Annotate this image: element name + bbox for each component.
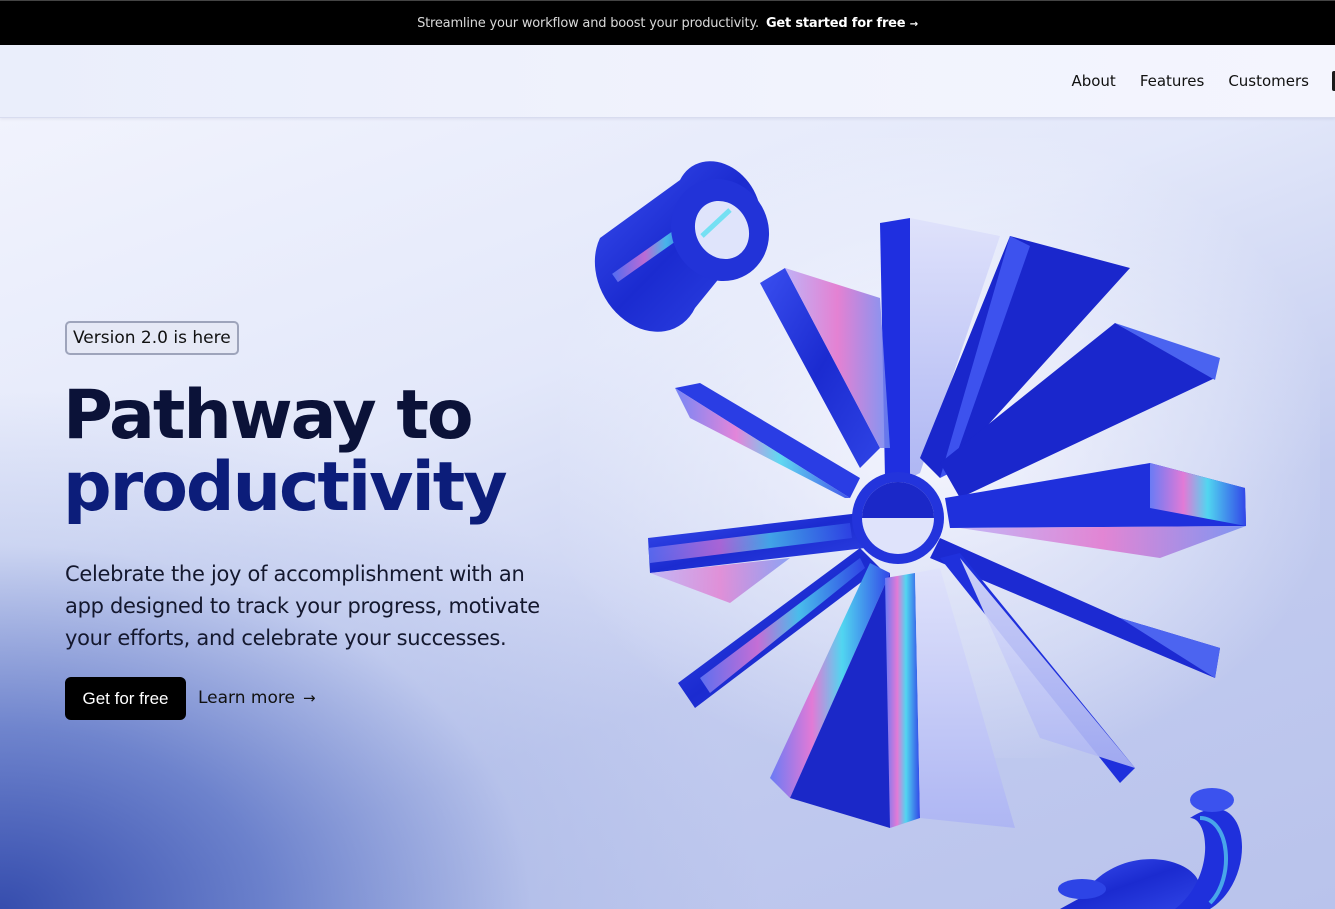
announcement-cta-link[interactable]: Get started for free → <box>766 16 918 31</box>
title-line-2: productivity <box>63 448 508 527</box>
nav-link-features[interactable]: Features <box>1140 72 1205 90</box>
hero-section: Version 2.0 is here Pathway to productiv… <box>0 118 1335 909</box>
announcement-text: Streamline your workflow and boost your … <box>417 15 759 31</box>
nav-links: About Features Customers <box>1071 72 1309 90</box>
tube-shape <box>594 161 770 332</box>
nav-link-about[interactable]: About <box>1071 72 1115 90</box>
learn-more-label: Learn more <box>198 688 295 708</box>
arrow-right-icon: → <box>302 689 316 707</box>
nav-link-customers[interactable]: Customers <box>1228 72 1309 90</box>
starburst-shape <box>648 218 1246 828</box>
announcement-cta-label: Get started for free <box>765 15 906 31</box>
title-line-1: Pathway to <box>63 376 474 455</box>
page-title: Pathway to productivity <box>63 376 508 527</box>
arrow-right-icon: → <box>909 18 918 30</box>
hero-3d-starburst-illustration <box>594 161 1246 909</box>
top-navigation: About Features Customers <box>0 45 1335 118</box>
version-badge: Version 2.0 is here <box>65 321 239 355</box>
hero-subtitle: Celebrate the joy of accomplishment with… <box>65 562 540 650</box>
announcement-bar: Streamline your workflow and boost your … <box>0 0 1335 45</box>
get-for-free-button[interactable]: Get for free <box>65 677 186 720</box>
horseshoe-shape <box>1058 788 1243 909</box>
learn-more-link[interactable]: Learn more → <box>198 688 316 708</box>
